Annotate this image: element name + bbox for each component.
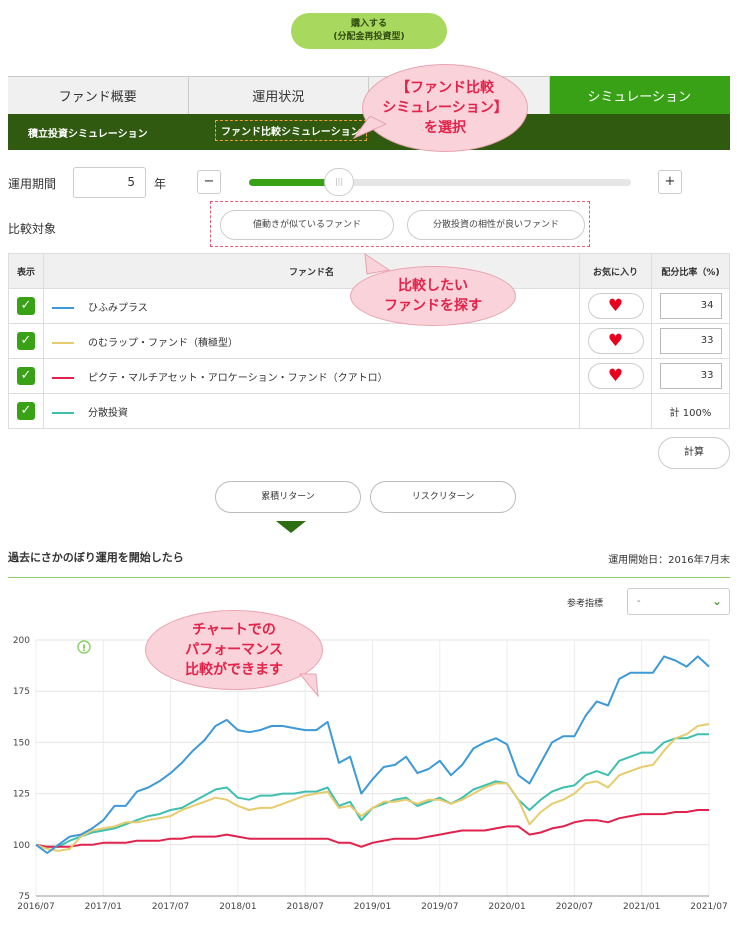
x-tick-label: 2018/01 — [219, 902, 256, 912]
reference-index-label: 参考指標 — [567, 599, 604, 609]
calculate-button[interactable]: 計算 — [658, 437, 730, 469]
series-color-swatch — [52, 411, 74, 414]
y-tick-label: 75 — [19, 892, 30, 902]
table-row: ✓ のむラップ・ファンド（積極型） ♥ 33 — [8, 323, 730, 359]
display-checkbox[interactable]: ✓ — [17, 332, 35, 350]
x-tick-label: 2019/07 — [421, 902, 458, 912]
cumulative-return-chart: 75 100 125 150 175 200 2016/07 2017/01 2017/07 20… — [13, 636, 728, 912]
header-favorite: お気に入り — [579, 253, 652, 289]
x-tick-label: 2018/07 — [287, 902, 324, 912]
x-tick-label: 2017/01 — [85, 902, 122, 912]
similar-funds-button[interactable]: 値動きが似ているファンド — [220, 210, 394, 240]
header-ratio: 配分比率（%) — [651, 253, 730, 289]
subtab-fund-comparison-simulation[interactable]: ファンド比較シミュレーション — [215, 120, 367, 141]
info-marker-label: ! — [82, 644, 86, 654]
x-tick-label: 2021/07 — [690, 902, 727, 912]
x-tick-label: 2020/01 — [488, 902, 525, 912]
callout-tail — [298, 673, 319, 698]
x-tick-label: 2021/01 — [623, 902, 660, 912]
favorite-heart-button[interactable]: ♥ — [587, 328, 644, 354]
x-tick-label: 2019/01 — [354, 902, 391, 912]
callout-tail — [352, 116, 388, 140]
period-years-input[interactable]: 5 — [73, 167, 146, 198]
y-tick-label: 125 — [13, 790, 30, 800]
x-tick-label: 2016/07 — [17, 902, 54, 912]
favorite-heart-button[interactable]: ♥ — [587, 293, 644, 319]
callout-line: 【ファンド比較 — [396, 80, 494, 96]
period-minus-button[interactable]: − — [197, 170, 221, 194]
section-title: 過去にさかのぼり運用を開始したら — [8, 551, 184, 564]
ratio-input[interactable]: 33 — [659, 363, 722, 389]
fund-name[interactable]: のむラップ・ファンド（積極型） — [88, 338, 238, 349]
tab-simulation[interactable]: シミュレーション — [549, 76, 730, 114]
series-color-swatch — [52, 306, 74, 309]
x-tick-label: 2017/07 — [152, 902, 189, 912]
table-row: ✓ 分散投資 計 100% — [8, 393, 730, 429]
display-checkbox[interactable]: ✓ — [17, 367, 35, 385]
period-unit: 年 — [154, 177, 167, 191]
buy-button-sublabel: (分配金再投資型) — [333, 32, 405, 42]
selected-indicator-arrow-icon — [276, 521, 306, 533]
callout-line: 比較ができます — [185, 662, 283, 678]
callout-line: 比較したい — [398, 278, 468, 294]
y-tick-label: 100 — [13, 841, 30, 851]
callout-line: チャートでの — [192, 622, 276, 638]
table-row: ✓ ピクテ・マルチアセット・アロケーション・ファンド（クアトロ） ♥ 33 — [8, 358, 730, 394]
callout-line: シミュレーション】 — [382, 100, 508, 116]
period-plus-button[interactable]: + — [658, 170, 682, 194]
fund-name[interactable]: ひふみプラス — [88, 303, 148, 314]
fund-name: 分散投資 — [88, 407, 128, 419]
period-slider-handle[interactable]: ||| — [324, 168, 354, 196]
callout-line: ファンドを探す — [384, 298, 482, 314]
header-display: 表示 — [8, 253, 44, 289]
reference-index-value: - — [637, 596, 641, 607]
subtab-accumulation-simulation[interactable]: 積立投資シミュレーション — [28, 125, 148, 140]
risk-return-button[interactable]: リスクリターン — [370, 481, 516, 513]
series-color-swatch — [52, 376, 74, 379]
ratio-total: 計 100% — [651, 393, 730, 429]
x-tick-label: 2020/07 — [556, 902, 593, 912]
period-label: 運用期間 — [8, 177, 57, 191]
cumulative-return-button[interactable]: 累積リターン — [215, 481, 361, 513]
y-tick-label: 200 — [13, 636, 30, 646]
display-checkbox[interactable]: ✓ — [17, 297, 35, 315]
start-date: 運用開始日：2016年7月末 — [608, 555, 730, 566]
fund-name[interactable]: ピクテ・マルチアセット・アロケーション・ファンド（クアトロ） — [88, 373, 388, 384]
buy-button-label: 購入する — [350, 19, 387, 29]
compare-label: 比較対象 — [8, 222, 57, 236]
y-tick-label: 175 — [13, 687, 30, 697]
section-divider — [8, 577, 730, 578]
series-color-swatch — [52, 341, 74, 344]
buy-button[interactable]: 購入する (分配金再投資型) — [291, 13, 447, 49]
tab-performance[interactable]: 運用状況 — [188, 76, 369, 114]
ratio-input[interactable]: 33 — [659, 328, 722, 354]
period-slider-track[interactable] — [249, 179, 631, 186]
callout-line: パフォーマンス — [185, 642, 283, 658]
reference-index-select[interactable]: - ⌄ — [627, 588, 730, 615]
display-checkbox[interactable]: ✓ — [17, 402, 35, 420]
chevron-down-icon: ⌄ — [711, 594, 722, 608]
callout-line: を選択 — [424, 120, 466, 136]
callout-tail — [364, 252, 391, 275]
tab-fund-overview[interactable]: ファンド概要 — [8, 76, 189, 114]
ratio-input[interactable]: 34 — [659, 293, 722, 319]
y-tick-label: 150 — [13, 738, 30, 748]
favorite-heart-button[interactable]: ♥ — [587, 363, 644, 389]
diversification-funds-button[interactable]: 分散投資の相性が良いファンド — [407, 210, 585, 240]
